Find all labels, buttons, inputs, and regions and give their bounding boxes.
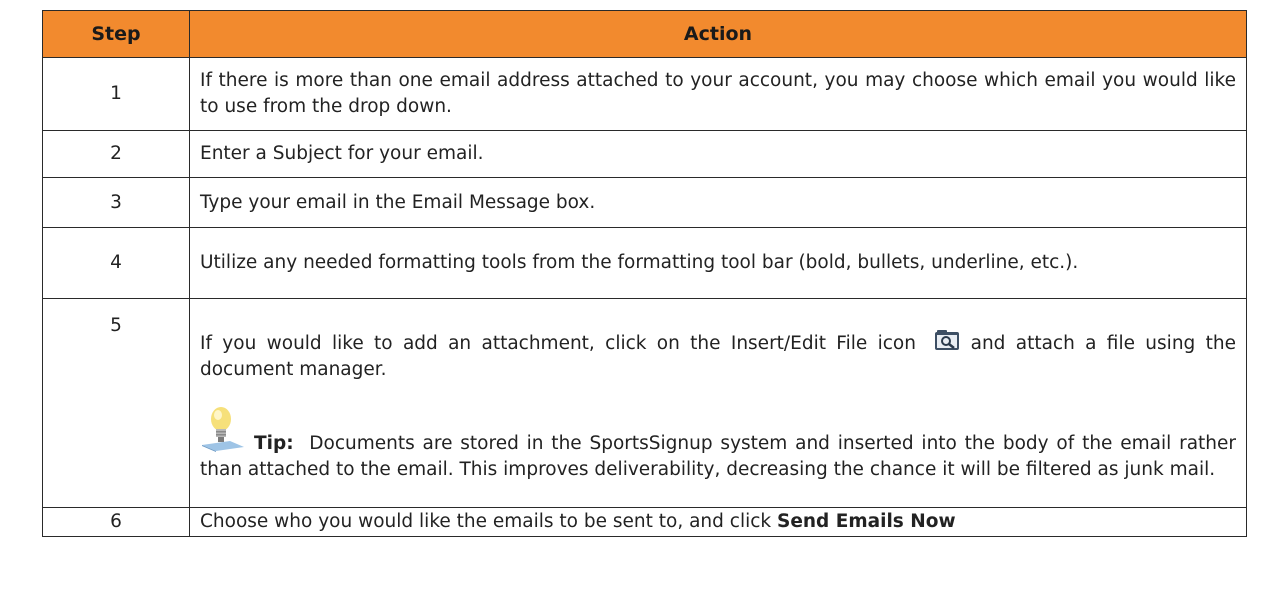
attachment-text-part1: If you would like to add an attachment, …: [200, 333, 916, 354]
action-column-header: Action: [189, 10, 1247, 58]
send-instruction-text: Choose who you would like the emails to …: [200, 511, 777, 532]
insert-edit-file-icon: [934, 329, 960, 351]
table-row: 4 Utilize any needed formatting tools fr…: [42, 227, 1247, 299]
table-row: 1 If there is more than one email addres…: [42, 57, 1247, 131]
step-number: 3: [42, 177, 190, 228]
table-header-row: Step Action: [42, 10, 1247, 58]
step-number: 4: [42, 227, 190, 299]
lightbulb-icon: [200, 405, 250, 453]
table-row: 3 Type your email in the Email Message b…: [42, 177, 1247, 228]
attachment-instruction: If you would like to add an attachment, …: [200, 329, 1236, 383]
step-number: 1: [42, 57, 190, 131]
tip-block: Tip: Documents are stored in the SportsS…: [200, 405, 1236, 483]
step-number: 2: [42, 130, 190, 178]
tip-text: Documents are stored in the SportsSignup…: [200, 433, 1236, 480]
step-column-header: Step: [42, 10, 190, 58]
send-emails-now-label: Send Emails Now: [777, 511, 956, 532]
tip-label: Tip:: [254, 433, 294, 454]
step-action: Type your email in the Email Message box…: [189, 177, 1247, 228]
step-number: 5: [42, 298, 190, 508]
step-action: Utilize any needed formatting tools from…: [189, 227, 1247, 299]
step-action: Choose who you would like the emails to …: [189, 507, 1247, 537]
table-row: 6 Choose who you would like the emails t…: [42, 507, 1247, 537]
instructions-page: Step Action 1 If there is more than one …: [0, 0, 1268, 598]
step-action: If you would like to add an attachment, …: [189, 298, 1247, 508]
table-row: 2 Enter a Subject for your email.: [42, 130, 1247, 178]
step-action: Enter a Subject for your email.: [189, 130, 1247, 178]
steps-table: Step Action 1 If there is more than one …: [42, 10, 1247, 537]
step-number: 6: [42, 507, 190, 537]
step-action: If there is more than one email address …: [189, 57, 1247, 131]
table-row: 5 If you would like to add an attachment…: [42, 298, 1247, 508]
